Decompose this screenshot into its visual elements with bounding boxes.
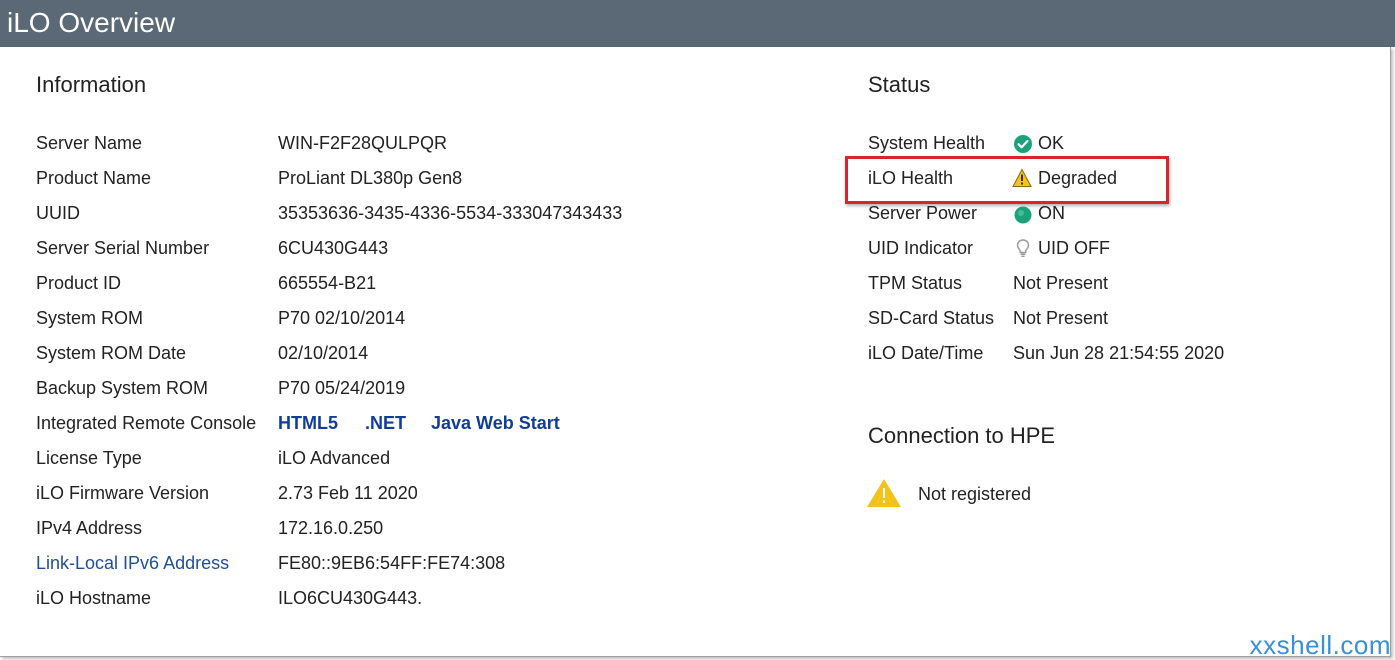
- system-rom-date-label: System ROM Date: [36, 343, 187, 363]
- firmware-version-value: 2.73 Feb 11 2020: [278, 483, 418, 503]
- tpm-status-label: TPM Status: [868, 273, 963, 293]
- html5-console-link[interactable]: HTML5: [278, 412, 338, 434]
- system-rom-value: P70 02/10/2014: [278, 308, 406, 328]
- ipv6-address-value: FE80::9EB6:54FF:FE74:308: [278, 553, 506, 573]
- ipv4-address-value: 172.16.0.250: [278, 518, 384, 538]
- system-rom-date-value: 02/10/2014: [278, 343, 369, 363]
- product-name-value: ProLiant DL380p Gen8: [278, 168, 463, 188]
- dotnet-console-link[interactable]: .NET: [365, 412, 406, 434]
- information-title: Information: [36, 72, 147, 97]
- serial-number-value: 6CU430G443: [278, 238, 389, 258]
- hostname-label: iLO Hostname: [36, 588, 152, 608]
- connection-title: Connection to HPE: [868, 423, 1056, 448]
- ilo-datetime-value: Sun Jun 28 21:54:55 2020: [1013, 343, 1225, 363]
- sd-card-status-value: Not Present: [1013, 308, 1109, 328]
- hostname-value: ILO6CU430G443.: [278, 588, 423, 608]
- uid-indicator-value: UID OFF: [1038, 238, 1110, 258]
- uuid-label: UUID: [36, 203, 80, 223]
- connection-status-value: Not registered: [918, 484, 1032, 504]
- ilo-datetime-label: iLO Date/Time: [868, 343, 984, 363]
- ilo-health-highlight: [845, 156, 1169, 204]
- backup-system-rom-value: P70 05/24/2019: [278, 378, 406, 398]
- serial-number-label: Server Serial Number: [36, 238, 210, 258]
- ipv6-address-link[interactable]: Link-Local IPv6 Address: [36, 552, 229, 574]
- system-health-label: System Health: [868, 133, 986, 153]
- status-title: Status: [868, 72, 931, 97]
- warning-icon: [867, 479, 901, 507]
- license-type-label: License Type: [36, 448, 142, 468]
- sd-card-status-label: SD-Card Status: [868, 308, 995, 328]
- remote-console-label: Integrated Remote Console: [36, 413, 257, 433]
- server-power-label: Server Power: [868, 203, 978, 223]
- product-id-value: 665554-B21: [278, 273, 377, 293]
- watermark: xxshell.com: [1249, 630, 1391, 660]
- check-circle-icon: [1014, 135, 1032, 153]
- tpm-status-value: Not Present: [1013, 273, 1109, 293]
- page-title: iLO Overview: [7, 7, 176, 38]
- uid-indicator-label: UID Indicator: [868, 238, 974, 258]
- server-name-value: WIN-F2F28QULPQR: [278, 133, 448, 153]
- java-web-start-link[interactable]: Java Web Start: [431, 412, 560, 434]
- firmware-version-label: iLO Firmware Version: [36, 483, 210, 503]
- license-type-value: iLO Advanced: [278, 448, 391, 468]
- product-id-label: Product ID: [36, 273, 122, 293]
- system-rom-label: System ROM: [36, 308, 144, 328]
- ipv4-address-label: IPv4 Address: [36, 518, 143, 538]
- backup-system-rom-label: Backup System ROM: [36, 378, 209, 398]
- lightbulb-icon: [1016, 239, 1030, 257]
- page-header: iLO Overview: [0, 0, 1395, 47]
- power-on-dot-icon: [1014, 206, 1032, 224]
- server-name-label: Server Name: [36, 133, 143, 153]
- system-health-value: OK: [1038, 133, 1065, 153]
- server-power-value: ON: [1038, 203, 1065, 223]
- uuid-value: 35353636-3435-4336-5534-333047343433: [278, 203, 623, 223]
- product-name-label: Product Name: [36, 168, 152, 188]
